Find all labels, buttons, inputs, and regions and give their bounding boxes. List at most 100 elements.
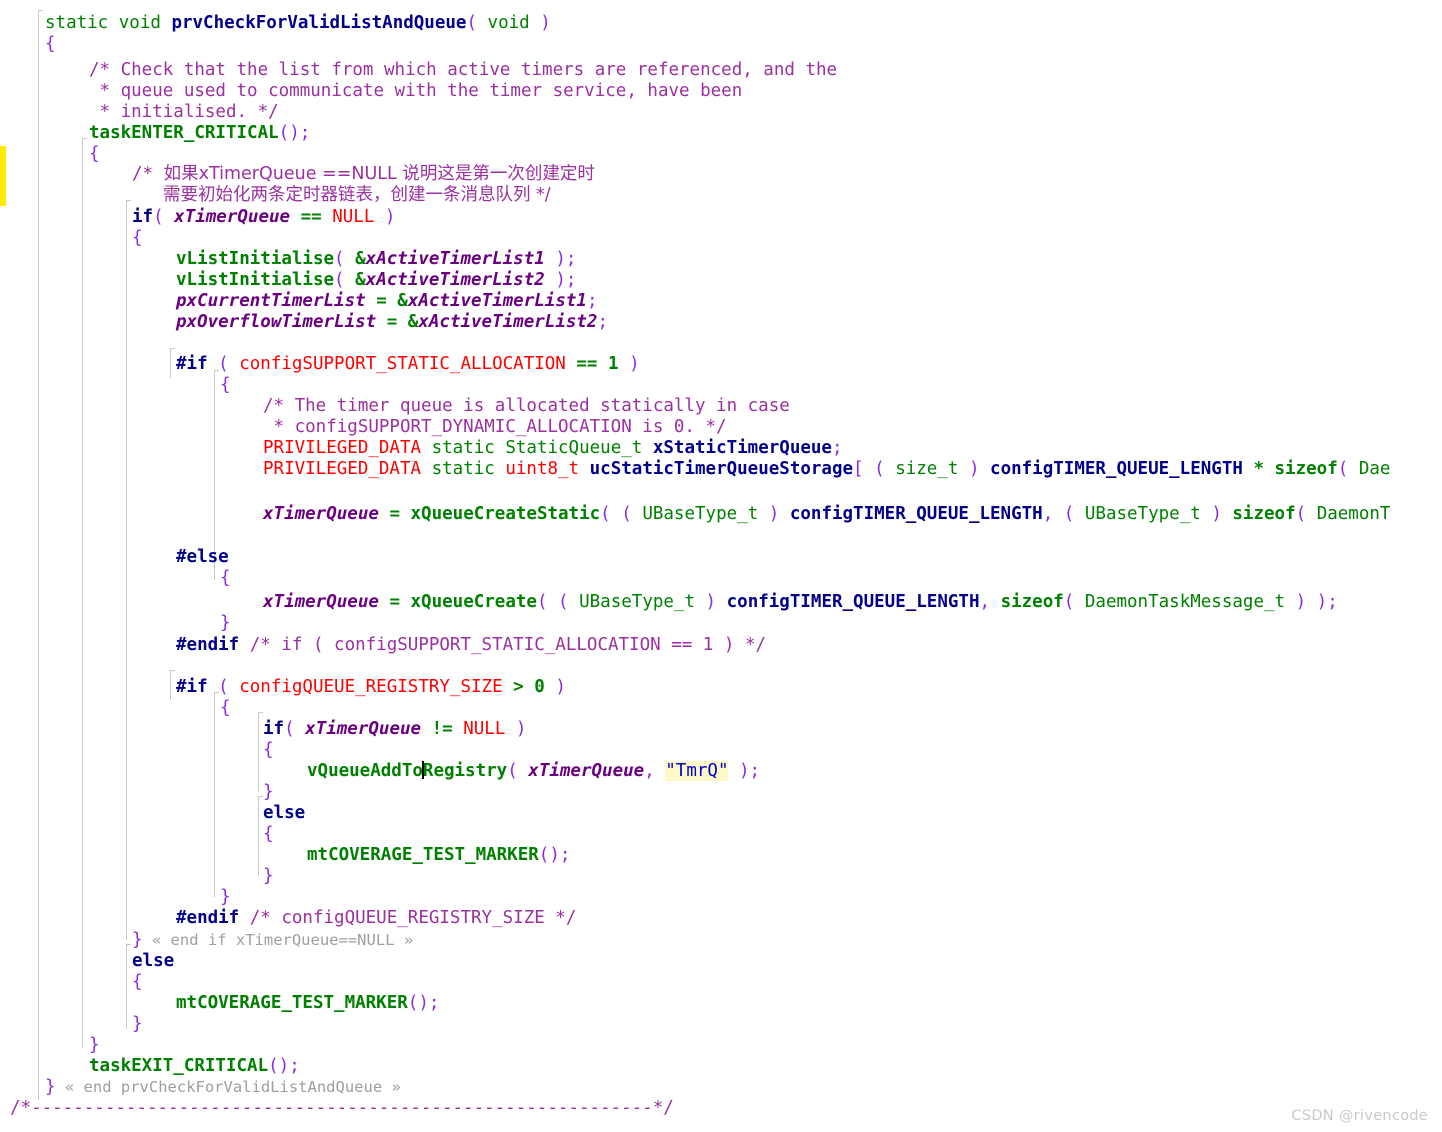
code-token: !=: [431, 719, 453, 739]
code-line[interactable]: }: [0, 866, 274, 887]
code-token: sizeof: [1000, 592, 1064, 612]
code-token: pxOverflowTimerList: [176, 312, 377, 332]
code-token: xActiveTimerList1: [365, 249, 545, 269]
code-line[interactable]: #if ( configSUPPORT_STATIC_ALLOCATION ==…: [0, 354, 640, 375]
code-token: /*--------------------------------------…: [10, 1098, 674, 1118]
code-token: configSUPPORT_STATIC_ALLOCATION: [239, 354, 566, 374]
code-token: ==: [565, 354, 608, 374]
code-line[interactable]: } « end prvCheckForValidListAndQueue »: [0, 1077, 401, 1098]
code-token: ( (: [600, 504, 643, 524]
code-token: (: [284, 719, 295, 739]
code-line[interactable]: static void prvCheckForValidListAndQueue…: [0, 13, 551, 34]
code-token: 0: [534, 677, 545, 697]
code-token: (: [207, 354, 240, 374]
code-line[interactable]: } « end if xTimerQueue==NULL »: [0, 930, 413, 951]
code-line[interactable]: else: [0, 951, 174, 972]
code-line[interactable]: }: [0, 613, 231, 634]
code-line[interactable]: xTimerQueue = xQueueCreateStatic( ( UBas…: [0, 504, 1390, 525]
code-line[interactable]: * queue used to communicate with the tim…: [0, 81, 743, 102]
code-line[interactable]: #else: [0, 547, 229, 568]
code-token: ;: [586, 291, 598, 311]
code-token: ): [695, 592, 727, 612]
code-line[interactable]: PRIVILEGED_DATA static uint8_t ucStaticT…: [0, 459, 1390, 480]
code-token: mtCOVERAGE_TEST_MARKER: [307, 845, 539, 865]
code-line[interactable]: }: [0, 782, 274, 803]
code-token: ==: [300, 207, 322, 227]
code-line[interactable]: pxCurrentTimerList = &xActiveTimerList1;: [0, 291, 597, 312]
code-line[interactable]: {: [0, 228, 143, 249]
code-content[interactable]: static void prvCheckForValidListAndQueue…: [0, 0, 1442, 1132]
code-token: {: [220, 375, 231, 395]
code-line[interactable]: #endif /* configQUEUE_REGISTRY_SIZE */: [0, 908, 576, 929]
code-line[interactable]: {: [0, 824, 274, 845]
code-line[interactable]: vQueueAddToRegistry( xTimerQueue, "TmrQ"…: [0, 761, 760, 782]
code-line[interactable]: if( xTimerQueue != NULL ): [0, 719, 526, 740]
code-token: xTimerQueue: [263, 504, 379, 524]
code-token: * queue used to communicate with the tim…: [89, 81, 743, 101]
code-token: }: [45, 1077, 56, 1097]
code-token: taskENTER_CRITICAL: [89, 123, 279, 143]
code-line[interactable]: if( xTimerQueue == NULL ): [0, 207, 395, 228]
code-line[interactable]: vListInitialise( &xActiveTimerList1 );: [0, 249, 576, 270]
code-token: }: [132, 1014, 143, 1034]
code-line[interactable]: 需要初始化两条定时器链表，创建一条消息队列 */: [0, 185, 551, 206]
code-line[interactable]: /* The timer queue is allocated statical…: [0, 396, 790, 417]
code-line[interactable]: {: [0, 698, 231, 719]
code-line[interactable]: {: [0, 972, 143, 993]
code-token: Registry: [422, 761, 508, 781]
code-token: ): [958, 459, 991, 479]
code-line[interactable]: {: [0, 144, 100, 165]
code-line[interactable]: /* 如果xTimerQueue ==NULL 说明这是第一次创建定时: [0, 164, 595, 185]
code-line[interactable]: mtCOVERAGE_TEST_MARKER();: [0, 845, 570, 866]
code-token: * initialised. */: [89, 102, 279, 122]
code-line[interactable]: }: [0, 1035, 100, 1056]
code-line[interactable]: * configSUPPORT_DYNAMIC_ALLOCATION is 0.…: [0, 417, 727, 438]
code-line[interactable]: /*--------------------------------------…: [0, 1098, 674, 1119]
code-token: /* The timer queue is allocated statical…: [263, 396, 790, 416]
code-line[interactable]: PRIVILEGED_DATA static StaticQueue_t xSt…: [0, 438, 843, 459]
code-line[interactable]: {: [0, 34, 56, 55]
code-line[interactable]: taskEXIT_CRITICAL();: [0, 1056, 300, 1077]
code-line[interactable]: #if ( configQUEUE_REGISTRY_SIZE > 0 ): [0, 677, 566, 698]
code-editor[interactable]: static void prvCheckForValidListAndQueue…: [0, 0, 1442, 1132]
code-line[interactable]: mtCOVERAGE_TEST_MARKER();: [0, 993, 439, 1014]
code-token: xStaticTimerQueue: [642, 438, 832, 458]
code-token: taskEXIT_CRITICAL: [89, 1056, 269, 1076]
code-token: #else: [176, 547, 229, 567]
code-line[interactable]: else: [0, 803, 305, 824]
code-token: ;: [831, 438, 843, 458]
code-token: NULL: [452, 719, 506, 739]
code-line[interactable]: {: [0, 740, 274, 761]
code-line[interactable]: * initialised. */: [0, 102, 279, 123]
code-token: &: [355, 249, 366, 269]
code-line[interactable]: taskENTER_CRITICAL();: [0, 123, 310, 144]
code-token: else: [263, 803, 306, 823]
code-token: static void: [45, 13, 172, 33]
code-token: vQueueAddTo: [307, 761, 423, 781]
code-line[interactable]: xTimerQueue = xQueueCreate( ( UBaseType_…: [0, 592, 1338, 613]
code-token: *: [1242, 459, 1275, 479]
code-token: /* configQUEUE_REGISTRY_SIZE */: [239, 908, 577, 928]
code-line[interactable]: {: [0, 375, 231, 396]
code-token: {: [263, 740, 274, 760]
code-token: PRIVILEGED_DATA: [263, 438, 422, 458]
code-token: }: [89, 1035, 100, 1055]
code-token: ,: [644, 761, 666, 781]
code-token: ();: [538, 845, 571, 865]
code-token: /*: [132, 164, 164, 184]
code-line[interactable]: vListInitialise( &xActiveTimerList2 );: [0, 270, 576, 291]
code-token: #endif: [176, 908, 240, 928]
code-line[interactable]: pxOverflowTimerList = &xActiveTimerList2…: [0, 312, 608, 333]
code-line[interactable]: /* Check that the list from which active…: [0, 60, 837, 81]
code-token: 1: [608, 354, 619, 374]
code-token: * configSUPPORT_DYNAMIC_ALLOCATION is 0.…: [263, 417, 727, 437]
code-line[interactable]: #endif /* if ( configSUPPORT_STATIC_ALLO…: [0, 635, 766, 656]
code-token: =: [378, 592, 411, 612]
code-token: « end prvCheckForValidListAndQueue »: [55, 1078, 401, 1096]
code-token: static: [421, 459, 506, 479]
code-line[interactable]: }: [0, 887, 231, 908]
code-token: configTIMER_QUEUE_LENGTH: [726, 592, 980, 612]
code-token: if: [263, 719, 285, 739]
code-line[interactable]: }: [0, 1014, 143, 1035]
code-line[interactable]: {: [0, 568, 231, 589]
